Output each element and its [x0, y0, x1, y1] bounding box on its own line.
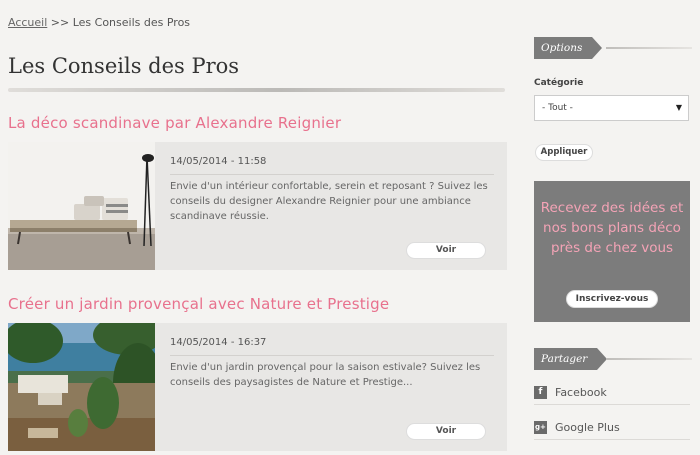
title-divider [8, 88, 505, 92]
breadcrumb-home-link[interactable]: Accueil [8, 16, 47, 29]
article-thumbnail-scandinave[interactable] [8, 142, 155, 270]
article-date: 14/05/2014 - 11:58 [170, 156, 267, 167]
share-google-plus-label: Google Plus [555, 420, 620, 434]
subscribe-button[interactable]: Inscrivez-vous [566, 290, 658, 308]
article-excerpt: Envie d'un intérieur confortable, serein… [170, 181, 488, 222]
voir-button[interactable]: Voir [406, 423, 486, 440]
share-google-plus[interactable]: g+ Google Plus [534, 417, 690, 437]
voir-button[interactable]: Voir [406, 242, 486, 259]
facebook-icon: f [534, 385, 547, 399]
breadcrumb-separator: >> [47, 16, 73, 29]
share-divider [534, 439, 690, 440]
meta-divider [170, 355, 494, 356]
breadcrumb-current: Les Conseils des Pros [72, 16, 191, 29]
article-thumbnail-jardin[interactable] [8, 323, 155, 451]
breadcrumb: Accueil >> Les Conseils des Pros [8, 16, 190, 29]
options-heading-line [606, 47, 692, 49]
article-date: 14/05/2014 - 16:37 [170, 337, 267, 348]
share-heading-label: Partager [534, 348, 608, 370]
share-heading: Partager [534, 348, 692, 370]
article-title-scandinave[interactable]: La déco scandinave par Alexandre Reignie… [8, 114, 341, 132]
category-selected-value: - Tout - [542, 103, 573, 113]
share-divider [534, 404, 690, 405]
category-select[interactable]: - Tout - ▼ [534, 95, 689, 121]
options-heading: Options [534, 37, 692, 59]
share-facebook-label: Facebook [555, 385, 607, 399]
google-plus-icon: g+ [534, 420, 547, 434]
article-card: 14/05/2014 - 16:37 Envie d'un jardin pro… [8, 323, 507, 451]
apply-button[interactable]: Appliquer [535, 144, 593, 161]
article-excerpt: Envie d'un jardin provençal pour la sais… [170, 362, 481, 388]
options-heading-label: Options [534, 37, 603, 59]
category-label: Catégorie [534, 78, 584, 88]
meta-divider [170, 174, 494, 175]
promo-text: Recevez des idées et nos bons plans déco… [540, 200, 684, 256]
article-title-jardin[interactable]: Créer un jardin provençal avec Nature et… [8, 295, 389, 313]
share-heading-line [606, 358, 692, 360]
dropdown-caret-icon: ▼ [675, 103, 682, 112]
article-card: 14/05/2014 - 11:58 Envie d'un intérieur … [8, 142, 507, 270]
newsletter-promo: Recevez des idées et nos bons plans déco… [534, 181, 690, 322]
page-title: Les Conseils des Pros [8, 54, 240, 78]
share-facebook[interactable]: f Facebook [534, 382, 690, 402]
